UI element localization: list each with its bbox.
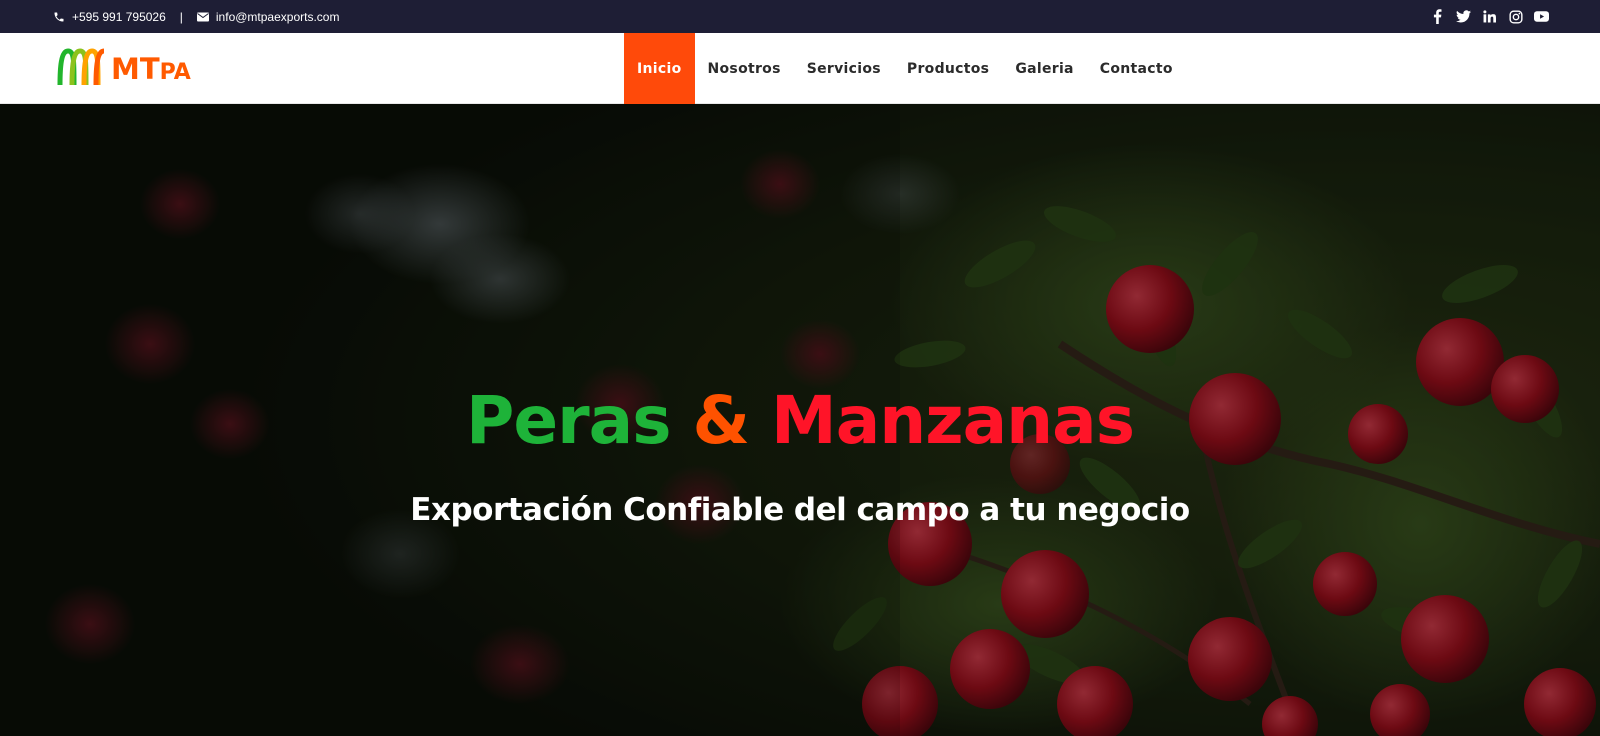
phone-link[interactable]: +595 991 795026 (53, 10, 166, 24)
logo-mark-icon (57, 48, 109, 90)
social-links (1430, 0, 1549, 33)
contact-info: +595 991 795026 | info@mtpaexports.com (53, 0, 339, 33)
hero-title-word1: Peras (465, 382, 672, 459)
main-navbar: MTPA Inicio Nosotros Servicios Productos… (0, 33, 1600, 104)
nav-servicios[interactable]: Servicios (794, 33, 894, 104)
twitter-icon[interactable] (1456, 9, 1471, 24)
top-bar: +595 991 795026 | info@mtpaexports.com (0, 0, 1600, 33)
phone-text: +595 991 795026 (72, 9, 166, 24)
instagram-icon[interactable] (1508, 9, 1523, 24)
facebook-icon[interactable] (1430, 9, 1445, 24)
nav-contacto[interactable]: Contacto (1087, 33, 1186, 104)
logo-text-main: MT (111, 51, 160, 86)
logo-text: MTPA (111, 51, 191, 86)
envelope-icon (196, 12, 209, 22)
main-menu: Inicio Nosotros Servicios Productos Gale… (624, 33, 1186, 104)
email-link[interactable]: info@mtpaexports.com (196, 9, 340, 24)
hero-banner: Peras & Manzanas Exportación Confiable d… (0, 104, 1600, 736)
youtube-icon[interactable] (1534, 9, 1549, 24)
hero-subtitle: Exportación Confiable del campo a tu neg… (410, 492, 1190, 528)
email-text: info@mtpaexports.com (215, 9, 340, 24)
contact-separator: | (179, 9, 183, 24)
hero-title-ampersand: & (692, 382, 750, 459)
linkedin-icon[interactable] (1482, 9, 1497, 24)
hero-title: Peras & Manzanas (0, 388, 1600, 454)
nav-productos[interactable]: Productos (894, 33, 1002, 104)
nav-galeria[interactable]: Galeria (1002, 33, 1086, 104)
logo-text-small: PA (159, 59, 191, 85)
nav-nosotros[interactable]: Nosotros (695, 33, 794, 104)
nav-inicio[interactable]: Inicio (624, 33, 695, 104)
phone-icon (53, 11, 65, 23)
site-logo[interactable]: MTPA (57, 48, 191, 90)
hero-title-word2: Manzanas (771, 382, 1135, 459)
